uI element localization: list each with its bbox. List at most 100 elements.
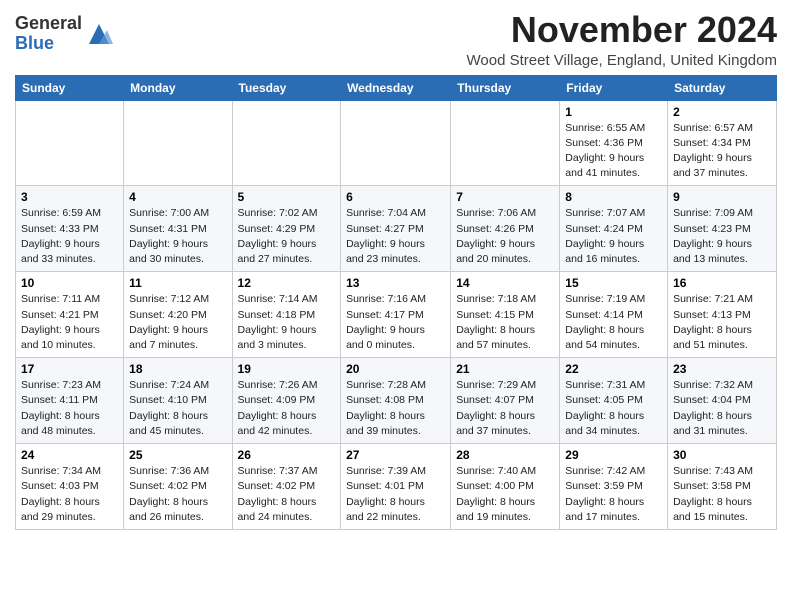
logo-blue: Blue [15,33,54,53]
logo-text: General Blue [15,14,82,54]
day-info: Sunrise: 7:31 AM Sunset: 4:05 PM Dayligh… [565,378,662,439]
calendar-cell: 25Sunrise: 7:36 AM Sunset: 4:02 PM Dayli… [124,444,232,530]
day-info: Sunrise: 6:55 AM Sunset: 4:36 PM Dayligh… [565,121,662,182]
day-info: Sunrise: 7:34 AM Sunset: 4:03 PM Dayligh… [21,464,118,525]
calendar-cell: 21Sunrise: 7:29 AM Sunset: 4:07 PM Dayli… [451,358,560,444]
calendar-cell: 17Sunrise: 7:23 AM Sunset: 4:11 PM Dayli… [16,358,124,444]
calendar-table: SundayMondayTuesdayWednesdayThursdayFrid… [15,75,777,530]
calendar-cell: 4Sunrise: 7:00 AM Sunset: 4:31 PM Daylig… [124,186,232,272]
day-number: 26 [238,448,336,462]
day-info: Sunrise: 7:26 AM Sunset: 4:09 PM Dayligh… [238,378,336,439]
calendar-cell: 14 Sunrise: 7:18 AM Sunset: 4:15 PM Dayli… [451,272,560,358]
col-header-tuesday: Tuesday [232,75,341,100]
day-number: 28 [456,448,554,462]
logo: General Blue [15,14,113,54]
day-info: Sunrise: 7:42 AM Sunset: 3:59 PM Dayligh… [565,464,662,525]
day-number: 29 [565,448,662,462]
calendar-week-2: 3 Sunrise: 6:59 AM Sunset: 4:33 PM Daylig… [16,186,777,272]
calendar-cell: 20Sunrise: 7:28 AM Sunset: 4:08 PM Dayli… [341,358,451,444]
calendar-cell: 2 Sunrise: 6:57 AM Sunset: 4:34 PM Daylig… [668,100,777,186]
day-number: 27 [346,448,445,462]
day-number: 16 [673,276,771,290]
calendar-week-3: 10Sunrise: 7:11 AM Sunset: 4:21 PM Dayli… [16,272,777,358]
col-header-saturday: Saturday [668,75,777,100]
day-info: Sunrise: 7:07 AM Sunset: 4:24 PM Dayligh… [565,206,662,267]
day-number: 6 [346,190,445,204]
calendar-cell [16,100,124,186]
day-number: 30 [673,448,771,462]
day-number: 3 [21,190,118,204]
day-info: Sunrise: 6:57 AM Sunset: 4:34 PM Dayligh… [673,121,771,182]
day-number: 1 [565,105,662,119]
day-info: Sunrise: 7:21 AM Sunset: 4:13 PM Dayligh… [673,292,771,353]
day-number: 19 [238,362,336,376]
day-number: 22 [565,362,662,376]
logo-general: General [15,13,82,33]
calendar-cell: 8 Sunrise: 7:07 AM Sunset: 4:24 PM Daylig… [560,186,668,272]
day-info: Sunrise: 7:16 AM Sunset: 4:17 PM Dayligh… [346,292,445,353]
day-number: 23 [673,362,771,376]
day-number: 8 [565,190,662,204]
col-header-wednesday: Wednesday [341,75,451,100]
day-number: 14 [456,276,554,290]
day-number: 4 [129,190,226,204]
day-info: Sunrise: 7:02 AM Sunset: 4:29 PM Dayligh… [238,206,336,267]
col-header-friday: Friday [560,75,668,100]
calendar-header-row: SundayMondayTuesdayWednesdayThursdayFrid… [16,75,777,100]
day-info: Sunrise: 7:18 AM Sunset: 4:15 PM Dayligh… [456,292,554,353]
calendar-cell: 24 Sunrise: 7:34 AM Sunset: 4:03 PM Dayli… [16,444,124,530]
day-info: Sunrise: 7:14 AM Sunset: 4:18 PM Dayligh… [238,292,336,353]
day-info: Sunrise: 7:24 AM Sunset: 4:10 PM Dayligh… [129,378,226,439]
location: Wood Street Village, England, United Kin… [467,52,777,69]
calendar-cell: 11 Sunrise: 7:12 AM Sunset: 4:20 PM Dayli… [124,272,232,358]
calendar-cell: 1 Sunrise: 6:55 AM Sunset: 4:36 PM Daylig… [560,100,668,186]
calendar-cell: 3 Sunrise: 6:59 AM Sunset: 4:33 PM Daylig… [16,186,124,272]
calendar-cell: 15Sunrise: 7:19 AM Sunset: 4:14 PM Dayli… [560,272,668,358]
day-info: Sunrise: 7:28 AM Sunset: 4:08 PM Dayligh… [346,378,445,439]
col-header-monday: Monday [124,75,232,100]
day-info: Sunrise: 7:40 AM Sunset: 4:00 PM Dayligh… [456,464,554,525]
calendar-cell: 23 Sunrise: 7:32 AM Sunset: 4:04 PM Dayli… [668,358,777,444]
calendar-cell: 19 Sunrise: 7:26 AM Sunset: 4:09 PM Dayli… [232,358,341,444]
day-info: Sunrise: 6:59 AM Sunset: 4:33 PM Dayligh… [21,206,118,267]
calendar-cell: 29 Sunrise: 7:42 AM Sunset: 3:59 PM Dayli… [560,444,668,530]
day-info: Sunrise: 7:23 AM Sunset: 4:11 PM Dayligh… [21,378,118,439]
day-info: Sunrise: 7:04 AM Sunset: 4:27 PM Dayligh… [346,206,445,267]
day-info: Sunrise: 7:09 AM Sunset: 4:23 PM Dayligh… [673,206,771,267]
day-info: Sunrise: 7:12 AM Sunset: 4:20 PM Dayligh… [129,292,226,353]
calendar-cell: 18 Sunrise: 7:24 AM Sunset: 4:10 PM Dayli… [124,358,232,444]
calendar-cell: 27 Sunrise: 7:39 AM Sunset: 4:01 PM Dayli… [341,444,451,530]
page-header: General Blue November 2024 Wood Street V… [15,10,777,69]
calendar-cell [232,100,341,186]
col-header-thursday: Thursday [451,75,560,100]
calendar-week-4: 17Sunrise: 7:23 AM Sunset: 4:11 PM Dayli… [16,358,777,444]
calendar-cell: 7Sunrise: 7:06 AM Sunset: 4:26 PM Daylig… [451,186,560,272]
day-number: 18 [129,362,226,376]
day-number: 11 [129,276,226,290]
day-number: 15 [565,276,662,290]
day-number: 13 [346,276,445,290]
day-info: Sunrise: 7:37 AM Sunset: 4:02 PM Dayligh… [238,464,336,525]
day-info: Sunrise: 7:32 AM Sunset: 4:04 PM Dayligh… [673,378,771,439]
calendar-cell: 16 Sunrise: 7:21 AM Sunset: 4:13 PM Dayli… [668,272,777,358]
calendar-week-5: 24 Sunrise: 7:34 AM Sunset: 4:03 PM Dayli… [16,444,777,530]
calendar-cell: 30 Sunrise: 7:43 AM Sunset: 3:58 PM Dayli… [668,444,777,530]
day-number: 5 [238,190,336,204]
day-number: 7 [456,190,554,204]
day-number: 2 [673,105,771,119]
day-info: Sunrise: 7:39 AM Sunset: 4:01 PM Dayligh… [346,464,445,525]
calendar-cell: 10Sunrise: 7:11 AM Sunset: 4:21 PM Dayli… [16,272,124,358]
calendar-cell: 28 Sunrise: 7:40 AM Sunset: 4:00 PM Dayli… [451,444,560,530]
day-info: Sunrise: 7:43 AM Sunset: 3:58 PM Dayligh… [673,464,771,525]
col-header-sunday: Sunday [16,75,124,100]
day-number: 10 [21,276,118,290]
day-number: 12 [238,276,336,290]
day-number: 24 [21,448,118,462]
calendar-cell: 26 Sunrise: 7:37 AM Sunset: 4:02 PM Dayli… [232,444,341,530]
logo-icon [85,20,113,48]
month-title: November 2024 [467,10,777,50]
calendar-week-1: 1 Sunrise: 6:55 AM Sunset: 4:36 PM Daylig… [16,100,777,186]
day-info: Sunrise: 7:36 AM Sunset: 4:02 PM Dayligh… [129,464,226,525]
calendar-cell [451,100,560,186]
calendar-cell [341,100,451,186]
